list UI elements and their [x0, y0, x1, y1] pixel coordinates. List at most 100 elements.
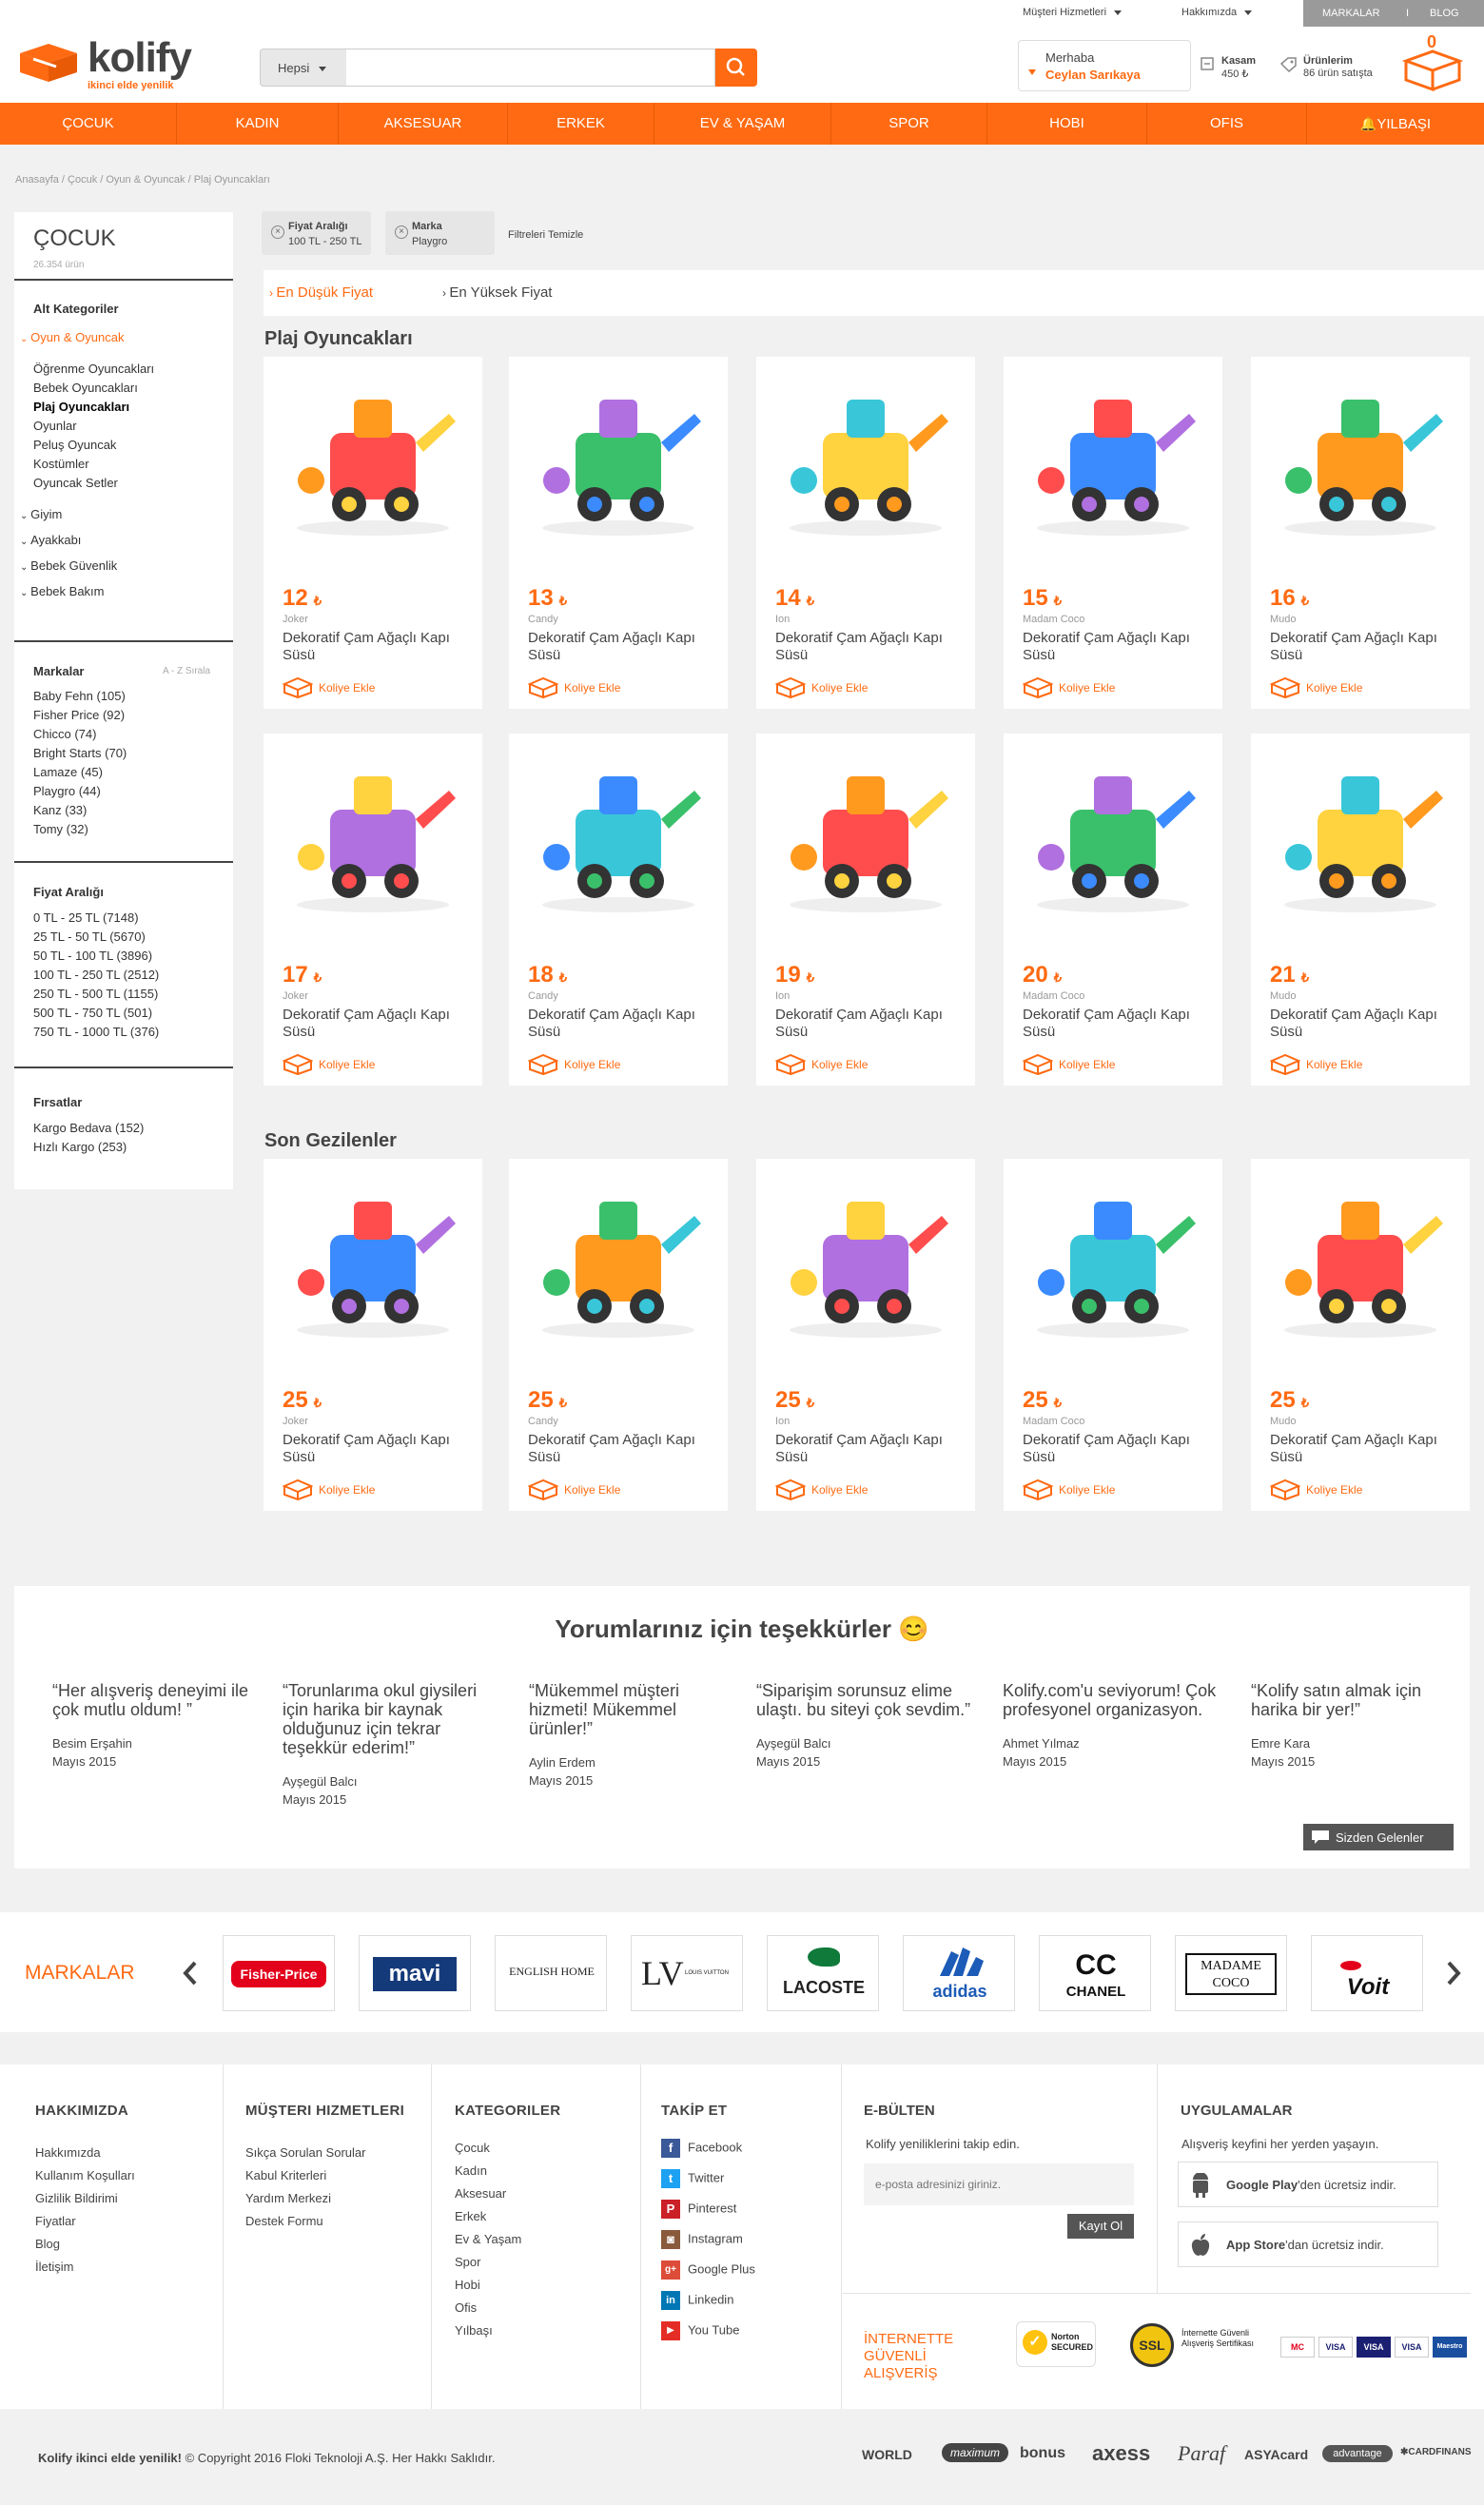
- brand-filter-item[interactable]: Tomy (32): [33, 822, 88, 836]
- cart-button[interactable]: 0: [1402, 32, 1463, 93]
- subcat-item[interactable]: Kostümler: [33, 457, 89, 471]
- product-image-wrap[interactable]: [1260, 1168, 1460, 1349]
- price-filter-item[interactable]: 250 TL - 500 TL (1155): [33, 987, 158, 1001]
- footer-link[interactable]: Erkek: [455, 2209, 486, 2223]
- product-image[interactable]: [1260, 743, 1460, 924]
- nav-ev-yasam[interactable]: EV & YAŞAM: [654, 103, 831, 145]
- footer-link[interactable]: Hakkımızda: [35, 2145, 101, 2160]
- deal-filter-item[interactable]: Hızlı Kargo (253): [33, 1140, 127, 1154]
- product-image[interactable]: [766, 743, 966, 924]
- brand-filter-item[interactable]: Lamaze (45): [33, 765, 103, 779]
- footer-link[interactable]: Yılbaşı: [455, 2323, 493, 2338]
- brand-logo-madame-coco[interactable]: MADAME COCO: [1175, 1935, 1287, 2011]
- product-name[interactable]: Dekoratif Çam Ağaçlı Kapı Süsü: [775, 630, 956, 664]
- footer-link[interactable]: Hobi: [455, 2278, 480, 2292]
- product-name[interactable]: Dekoratif Çam Ağaçlı Kapı Süsü: [528, 1007, 709, 1041]
- brand-filter-item[interactable]: Playgro (44): [33, 784, 101, 798]
- footer-link[interactable]: Fiyatlar: [35, 2214, 76, 2228]
- product-name[interactable]: Dekoratif Çam Ağaçlı Kapı Süsü: [283, 1007, 463, 1041]
- product-card[interactable]: 13 ₺ Candy Dekoratif Çam Ağaçlı Kapı Süsü Ko…: [509, 357, 728, 709]
- brand-logo-chanel[interactable]: CC CHANEL: [1039, 1935, 1151, 2011]
- product-image[interactable]: [1260, 1168, 1460, 1349]
- brand-logo-fisher-price[interactable]: Fisher-Price: [223, 1935, 335, 2011]
- price-filter-item[interactable]: 750 TL - 1000 TL (376): [33, 1025, 159, 1039]
- product-image[interactable]: [518, 1168, 718, 1349]
- social-pinterest[interactable]: P Pinterest: [661, 2200, 736, 2219]
- product-card[interactable]: 16 ₺ Mudo Dekoratif Çam Ağaçlı Kapı Süsü Kol…: [1251, 357, 1470, 709]
- product-card[interactable]: 25 ₺ Ion Dekoratif Çam Ağaçlı Kapı Süsü Koli…: [756, 1159, 975, 1511]
- product-name[interactable]: Dekoratif Çam Ağaçlı Kapı Süsü: [528, 1432, 709, 1466]
- search-category-select[interactable]: Hepsi: [260, 49, 347, 87]
- subcat-item[interactable]: Peluş Oyuncak: [33, 438, 116, 452]
- brand-logo-mavi[interactable]: mavi: [359, 1935, 471, 2011]
- subcat-item[interactable]: Öğrenme Oyuncakları: [33, 362, 154, 376]
- brand-logo-english-home[interactable]: ENGLISH HOME: [495, 1935, 607, 2011]
- brand-filter-item[interactable]: Chicco (74): [33, 727, 96, 741]
- product-image-wrap[interactable]: [766, 743, 966, 924]
- nav-kadin[interactable]: KADIN: [177, 103, 339, 145]
- sort-low-option[interactable]: › En Düşük Fiyat: [269, 284, 373, 301]
- social-twitter[interactable]: t Twitter: [661, 2169, 724, 2188]
- product-card[interactable]: 21 ₺ Mudo Dekoratif Çam Ağaçlı Kapı Süsü Kol…: [1251, 734, 1470, 1086]
- filter-chip-brand[interactable]: × Marka Playgro: [385, 211, 495, 255]
- product-image-wrap[interactable]: [766, 366, 966, 547]
- logo-text[interactable]: kolify: [88, 34, 192, 82]
- product-image-wrap[interactable]: [1013, 743, 1213, 924]
- product-name[interactable]: Dekoratif Çam Ağaçlı Kapı Süsü: [1023, 1007, 1203, 1041]
- search-button[interactable]: [715, 49, 757, 87]
- product-name[interactable]: Dekoratif Çam Ağaçlı Kapı Süsü: [775, 1007, 956, 1041]
- product-image-wrap[interactable]: [1260, 366, 1460, 547]
- footer-link[interactable]: Sıkça Sorulan Sorular: [245, 2145, 365, 2160]
- brand-logo-louis-vuitton[interactable]: LV LOUIS VUITTON: [631, 1935, 743, 2011]
- product-image-wrap[interactable]: [273, 1168, 473, 1349]
- logo-box-icon[interactable]: [14, 40, 83, 82]
- customer-service-menu[interactable]: Müşteri Hizmetleri: [1023, 7, 1123, 18]
- product-image[interactable]: [766, 366, 966, 547]
- footer-link[interactable]: Kullanım Koşulları: [35, 2168, 135, 2182]
- brand-logo-voit[interactable]: Voit: [1311, 1935, 1423, 2011]
- active-parent-category[interactable]: ⌄ Oyun & Oyuncak: [20, 330, 124, 344]
- user-menu[interactable]: Merhaba Ceylan Sarıkaya: [1018, 40, 1191, 91]
- app-store-button[interactable]: App Store'dan ücretsiz indir.: [1178, 2221, 1438, 2267]
- parent-category[interactable]: ⌄ Bebek Bakım: [20, 584, 105, 598]
- product-image[interactable]: [273, 1168, 473, 1349]
- product-name[interactable]: Dekoratif Çam Ağaçlı Kapı Süsü: [528, 630, 709, 664]
- parent-category[interactable]: ⌄ Giyim: [20, 507, 62, 521]
- your-reviews-button[interactable]: Sizden Gelenler: [1303, 1824, 1454, 1850]
- footer-link[interactable]: Spor: [455, 2255, 480, 2269]
- product-image-wrap[interactable]: [273, 743, 473, 924]
- footer-link[interactable]: Yardım Merkezi: [245, 2191, 331, 2205]
- brand-logo-lacoste[interactable]: LACOSTE: [767, 1935, 879, 2011]
- brand-filter-item[interactable]: Kanz (33): [33, 803, 87, 817]
- product-card[interactable]: 25 ₺ Mudo Dekoratif Çam Ağaçlı Kapı Süsü Kol…: [1251, 1159, 1470, 1511]
- product-name[interactable]: Dekoratif Çam Ağaçlı Kapı Süsü: [1270, 1432, 1451, 1466]
- product-image[interactable]: [273, 366, 473, 547]
- product-image[interactable]: [518, 743, 718, 924]
- close-icon[interactable]: ×: [271, 225, 284, 239]
- price-filter-item[interactable]: 50 TL - 100 TL (3896): [33, 949, 152, 963]
- product-card[interactable]: 12 ₺ Joker Dekoratif Çam Ağaçlı Kapı Süsü Ko…: [264, 357, 482, 709]
- product-card[interactable]: 25 ₺ Candy Dekoratif Çam Ağaçlı Kapı Süsü Ko…: [509, 1159, 728, 1511]
- social-youtube[interactable]: ▶ You Tube: [661, 2321, 739, 2340]
- social-linkedin[interactable]: in Linkedin: [661, 2291, 733, 2310]
- product-image[interactable]: [1013, 743, 1213, 924]
- nav-yilbasi[interactable]: 🔔YILBAŞI: [1307, 103, 1484, 145]
- product-image[interactable]: [1013, 1168, 1213, 1349]
- product-image-wrap[interactable]: [766, 1168, 966, 1349]
- price-filter-item[interactable]: 0 TL - 25 TL (7148): [33, 910, 139, 925]
- clear-filters-link[interactable]: Filtreleri Temizle: [508, 229, 583, 241]
- footer-link[interactable]: Ev & Yaşam: [455, 2232, 521, 2246]
- product-name[interactable]: Dekoratif Çam Ağaçlı Kapı Süsü: [1023, 630, 1203, 664]
- parent-category[interactable]: ⌄ Bebek Güvenlik: [20, 558, 117, 573]
- product-name[interactable]: Dekoratif Çam Ağaçlı Kapı Süsü: [1270, 630, 1451, 664]
- footer-link[interactable]: Destek Formu: [245, 2214, 323, 2228]
- product-name[interactable]: Dekoratif Çam Ağaçlı Kapı Süsü: [775, 1432, 956, 1466]
- product-image[interactable]: [1013, 366, 1213, 547]
- blog-link[interactable]: BLOG: [1430, 8, 1459, 19]
- subcat-item-active[interactable]: Plaj Oyuncakları: [33, 400, 129, 414]
- product-name[interactable]: Dekoratif Çam Ağaçlı Kapı Süsü: [1023, 1432, 1203, 1466]
- product-card[interactable]: 14 ₺ Ion Dekoratif Çam Ağaçlı Kapı Süsü Koli…: [756, 357, 975, 709]
- price-filter-item[interactable]: 500 TL - 750 TL (501): [33, 1006, 152, 1020]
- brand-logo-adidas[interactable]: adidas: [903, 1935, 1015, 2011]
- product-name[interactable]: Dekoratif Çam Ağaçlı Kapı Süsü: [283, 1432, 463, 1466]
